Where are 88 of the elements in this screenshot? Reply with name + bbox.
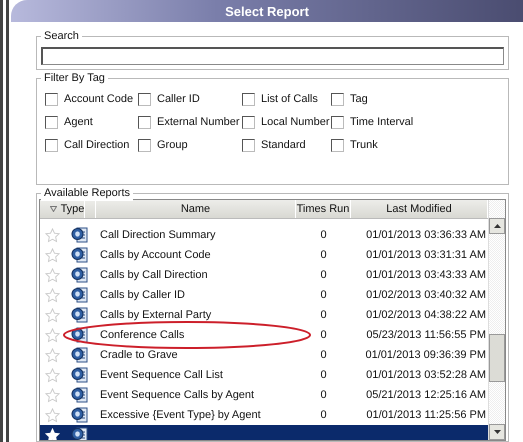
checkbox[interactable] [138,116,151,128]
times-run: 0 [320,269,327,281]
group-label: Available Reports [41,185,134,201]
report-name[interactable]: Call Direction Summary [100,229,216,241]
star-icon[interactable] [44,328,60,342]
checkbox-label: Account Code [64,92,134,107]
last-modified: 01/02/2013 04:38:22 AM [366,309,486,321]
last-modified: 01/01/2013 09:36:39 PM [366,349,486,361]
checkbox-label: Agent [64,115,93,130]
report-icon [71,326,89,344]
star-icon[interactable] [44,288,60,302]
report-name[interactable]: Event Sequence Calls by Agent [100,389,254,401]
report-name[interactable]: Excessive {Event Type} by Agent [100,409,261,421]
group-label: Filter By Tag [41,70,108,86]
column-header[interactable]: Type [60,200,86,218]
times-run: 0 [320,369,327,381]
checkbox[interactable] [138,92,151,106]
scroll-thumb[interactable] [489,334,505,382]
checkbox-label: Time Interval [350,115,414,130]
times-run: 0 [320,329,327,341]
star-icon[interactable] [44,268,60,282]
checkbox[interactable] [45,138,58,152]
checkbox-label: Call Direction [64,138,130,153]
times-run: 0 [320,389,327,401]
checkbox-label: Trunk [350,138,378,153]
last-modified: 01/01/2013 03:36:33 AM [366,229,486,241]
checkbox[interactable] [45,116,58,128]
star-icon[interactable] [44,388,60,402]
scroll-up-icon[interactable] [489,218,505,234]
report-icon [71,346,89,364]
last-modified: 01/01/2013 11:25:56 PM [366,409,486,421]
checkbox-label: Standard [261,138,306,153]
checkbox[interactable] [242,92,255,106]
column-header[interactable]: Times Run [296,200,351,218]
star-icon[interactable] [44,228,60,242]
star-icon[interactable] [44,408,60,422]
report-icon [71,246,89,264]
report-name[interactable]: Calls by Call Direction [100,269,208,281]
last-modified: 01/01/2013 03:31:31 AM [366,249,486,261]
checkbox[interactable] [331,92,344,106]
checkbox-label: External Number [157,115,240,130]
report-name[interactable]: Calls by External Party [100,309,212,321]
report-name[interactable]: Calls by Account Code [100,249,211,261]
checkbox[interactable] [138,138,151,152]
last-modified: 05/21/2013 12:25:16 AM [366,389,486,401]
star-icon[interactable] [44,348,60,362]
report-icon [71,426,89,440]
last-modified: 01/01/2013 03:52:28 AM [366,369,486,381]
checkbox-label: Caller ID [157,92,200,107]
report-icon [71,366,89,384]
star-icon[interactable] [44,308,60,322]
report-icon [71,286,89,304]
last-modified: 05/23/2013 11:56:55 PM [366,329,486,341]
checkbox[interactable] [242,138,255,152]
times-run: 0 [320,229,327,241]
report-icon [71,306,89,324]
scroll-down-icon[interactable] [489,424,505,440]
report-icon [71,386,89,404]
times-run: 0 [320,249,327,261]
report-icon [71,266,89,284]
checkbox-label: List of Calls [261,92,318,107]
scrollbar[interactable] [488,200,505,440]
times-run: 0 [320,409,327,421]
report-icon [71,226,89,244]
last-modified: 01/02/2013 03:40:32 AM [366,289,486,301]
window-title: Select Report [225,4,309,18]
report-name[interactable]: Cradle to Grave [100,349,178,361]
last-modified: 01/01/2013 03:43:33 AM [366,269,486,281]
search-field[interactable] [41,47,504,65]
times-run: 0 [320,309,327,321]
star-icon[interactable] [44,368,60,382]
sort-icon[interactable] [50,206,57,212]
checkbox-label: Tag [350,92,368,107]
checkbox-label: Group [157,138,188,153]
checkbox[interactable] [331,138,344,152]
checkbox[interactable] [331,116,344,128]
report-name[interactable]: Conference Calls [100,329,184,341]
checkbox[interactable] [45,92,58,106]
report-icon [71,406,89,424]
times-run: 0 [320,349,327,361]
checkbox-label: Local Number [261,115,330,130]
report-name[interactable]: Calls by Caller ID [100,289,185,301]
checkbox[interactable] [242,116,255,128]
star-icon[interactable] [44,248,60,262]
report-name[interactable]: Event Sequence Call List [100,369,223,381]
selected-row[interactable] [40,425,488,440]
column-header[interactable]: Name [96,200,296,218]
times-run: 0 [320,289,327,301]
